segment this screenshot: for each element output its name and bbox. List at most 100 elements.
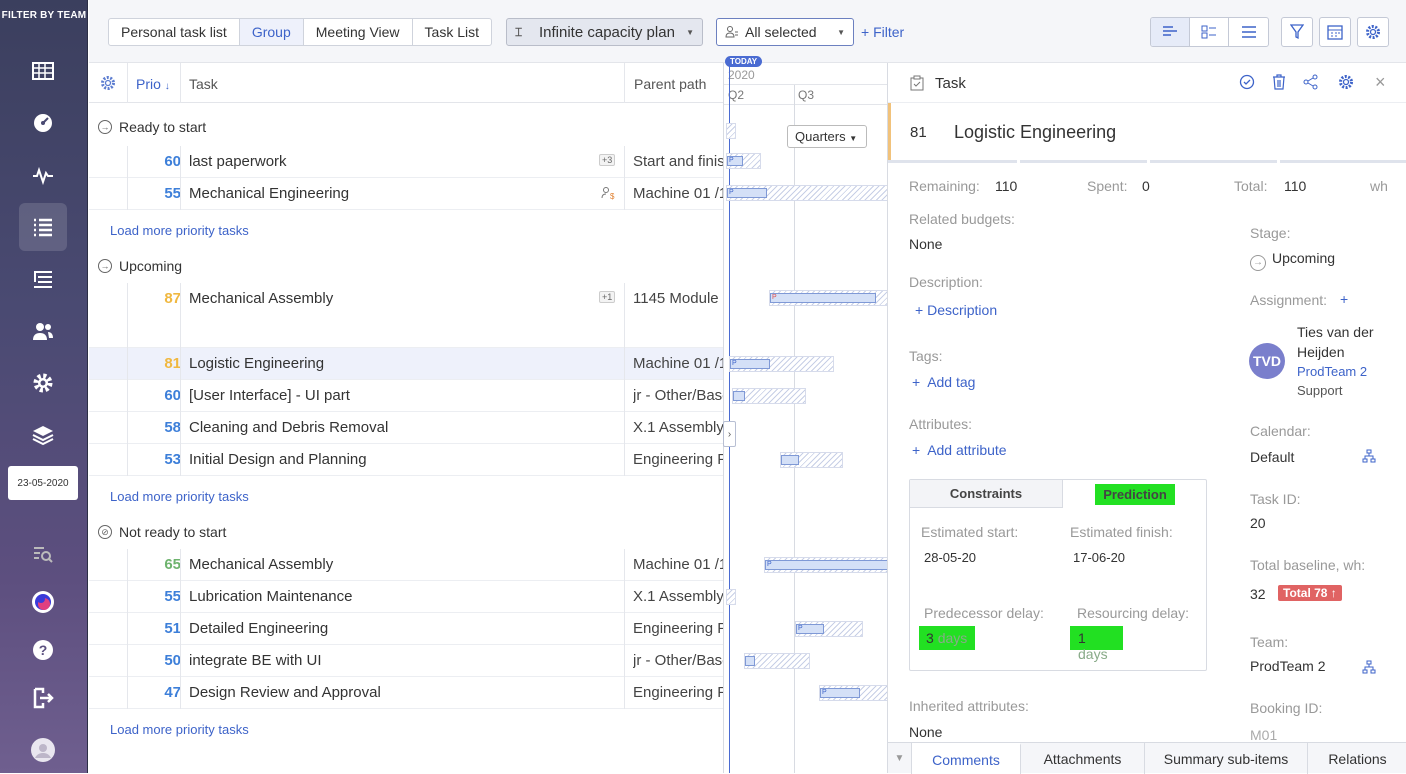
table-row[interactable]: 55 Mechanical Engineering $ Machine 01 /… [89,178,723,210]
filter-funnel-icon[interactable] [1281,17,1313,47]
gantt-bar[interactable]: P [729,356,834,372]
table-row[interactable]: 51 Detailed Engineering Engineering P [89,613,723,645]
task-clipboard-icon [910,75,924,94]
app-logo-icon[interactable] [19,578,67,626]
group-ready-to-start[interactable]: → Ready to start [98,119,206,135]
gantt-view-icon[interactable] [1151,18,1190,46]
board-view-icon[interactable] [1190,18,1229,46]
table-row[interactable]: 60 [User Interface] - UI part jr - Other… [89,380,723,412]
tab-attachments[interactable]: Attachments [1021,743,1145,774]
group-not-ready-to-start[interactable]: ⊘ Not ready to start [98,524,226,540]
tab-prediction[interactable]: Prediction [1063,480,1207,508]
timescale-dropdown[interactable]: Quarters ▼ [787,125,867,148]
capacity-plan-dropdown[interactable]: ⌶ Infinite capacity plan ▼ [506,18,703,46]
add-tag-link[interactable]: + Add tag [912,374,975,390]
table-row[interactable]: 55 Lubrication Maintenance X.1 Assembly [89,581,723,613]
group-label: Not ready to start [119,524,227,540]
tab-summary-sub-items[interactable]: Summary sub-items [1145,743,1308,774]
quarter-label-q3: Q3 [798,88,815,102]
view-settings-gear-icon[interactable] [1357,17,1389,47]
analytics-search-icon[interactable] [19,530,67,578]
add-description-link[interactable]: + Description [915,302,997,318]
collapse-gantt-button[interactable]: › [723,421,736,447]
tab-comments[interactable]: Comments [912,743,1021,774]
collapse-chevron-icon[interactable]: ▼ [888,743,912,774]
dashboard-gauge-icon[interactable] [19,99,67,147]
column-task-header[interactable]: Task [189,76,218,92]
add-filter-button[interactable]: + Filter [861,24,904,40]
share-icon[interactable] [1303,74,1319,93]
priority-value: 50 [164,652,181,669]
assignee-avatar[interactable]: TVD [1249,343,1285,379]
calendar-icon[interactable] [1319,17,1351,47]
panel-settings-gear-icon[interactable] [1338,74,1354,93]
table-row[interactable]: 53 Initial Design and Planning Engineeri… [89,444,723,476]
tab-task-list[interactable]: Task List [413,19,491,45]
total-baseline-value: 32 [1250,586,1266,602]
tree-list-icon[interactable] [19,255,67,303]
tab-personal-task-list[interactable]: Personal task list [109,19,240,45]
stage-value[interactable]: → Upcoming [1250,250,1335,271]
gantt-bar[interactable]: P [764,557,887,573]
filter-by-team-label[interactable]: FILTER BY TEAM [0,10,88,21]
users-icon[interactable] [19,307,67,355]
calendar-label: Calendar: [1250,423,1311,439]
add-attribute-link[interactable]: + Add attribute [912,442,1007,458]
table-row[interactable]: 60 last paperwork +3 Start and finish [89,146,723,178]
tab-constraints[interactable]: Constraints [910,480,1063,508]
tab-relations[interactable]: Relations [1308,743,1406,774]
load-more-button[interactable]: Load more priority tasks [110,489,249,504]
gantt-bar[interactable]: P [726,153,761,169]
load-more-button[interactable]: Load more priority tasks [110,722,249,737]
load-more-button[interactable]: Load more priority tasks [110,223,249,238]
layers-icon[interactable] [19,411,67,459]
gantt-bar[interactable] [780,452,843,468]
selection-dropdown[interactable]: All selected ▼ [716,18,854,46]
logout-icon[interactable] [19,674,67,722]
gantt-bar[interactable] [744,653,810,669]
gantt-bar[interactable]: P [819,685,887,701]
column-settings-gear-icon[interactable] [100,75,116,94]
complete-check-icon[interactable] [1239,74,1255,93]
group-upcoming[interactable]: → Upcoming [98,258,182,274]
date-picker[interactable]: 23-05-2020 [8,466,78,500]
assignment-label: Assignment: [1250,292,1328,308]
gantt-bar[interactable] [732,388,806,404]
assignee-team-link[interactable]: ProdTeam 2 [1297,364,1367,379]
layout-toggle-group [1150,17,1269,47]
user-avatar-icon[interactable] [19,726,67,774]
grid-icon[interactable] [19,47,67,95]
activity-pulse-icon[interactable] [19,151,67,199]
priority-value: 81 [164,355,181,372]
gantt-bar[interactable] [726,589,736,605]
column-divider [624,549,625,709]
table-row[interactable]: 58 Cleaning and Debris Removal X.1 Assem… [89,412,723,444]
total-baseline-badge: Total 78 ↑ [1278,585,1342,601]
gantt-bar[interactable]: P [769,290,887,306]
column-parent-path-header[interactable]: Parent path [634,76,706,92]
table-row[interactable]: 65 Mechanical Assembly Machine 01 /1 [89,549,723,581]
task-title[interactable]: Logistic Engineering [954,122,1116,143]
delete-trash-icon[interactable] [1272,74,1286,93]
gantt-bar[interactable]: P [726,185,887,201]
column-prio-header[interactable]: Prio ↓ [136,76,170,92]
timescale-value: Quarters [795,129,846,144]
table-row[interactable]: 50 integrate BE with UI jr - Other/Base [89,645,723,677]
tab-group[interactable]: Group [239,19,304,45]
settings-gear-icon[interactable] [19,359,67,407]
table-row-selected[interactable]: 81 Logistic Engineering Machine 01 /1 [89,348,723,380]
gantt-bar[interactable]: P [795,621,863,637]
gantt-bar[interactable] [726,123,736,139]
tab-meeting-view[interactable]: Meeting View [304,19,413,45]
estimated-start-value: 28-05-20 [924,550,977,565]
add-assignment-button[interactable]: + [1340,291,1348,307]
help-icon[interactable]: ? [19,626,67,674]
hierarchy-icon[interactable] [1362,660,1376,677]
column-divider [180,549,181,709]
close-icon[interactable]: × [1375,72,1386,93]
task-list-icon[interactable] [19,203,67,251]
list-view-icon[interactable] [1229,18,1268,46]
hierarchy-icon[interactable] [1362,449,1376,466]
table-row[interactable]: 87 Mechanical Assembly +1 1145 Module [89,283,723,348]
table-row[interactable]: 47 Design Review and Approval Engineerin… [89,677,723,709]
